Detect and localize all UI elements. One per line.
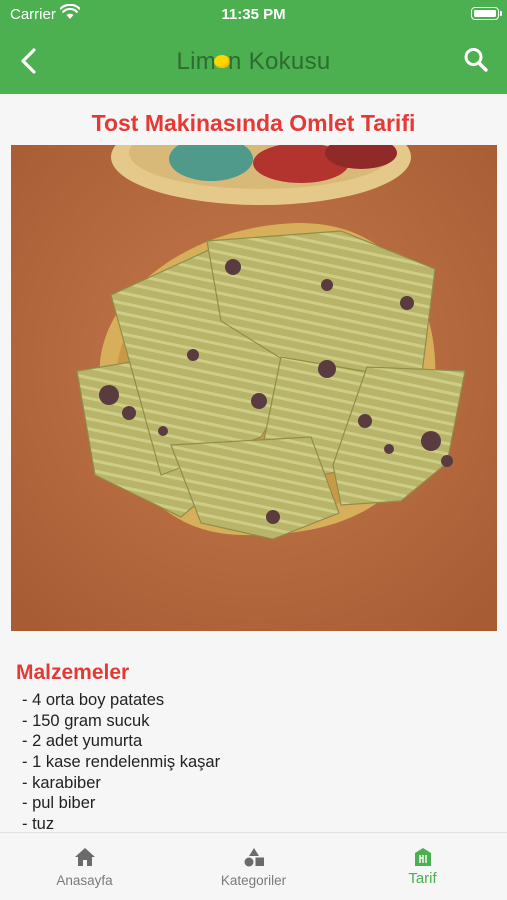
tab-tarif[interactable]: Tarif (338, 833, 507, 900)
tab-anasayfa[interactable]: Anasayfa (0, 833, 169, 900)
app-header: Carrier 11:35 PM Lim n Kokusu (0, 0, 507, 94)
ingredient-item: - 4 orta boy patates (22, 691, 165, 709)
navigation-bar: Lim n Kokusu (0, 28, 507, 94)
tab-label: Kategoriler (220, 873, 287, 888)
app-logo: Lim n Kokusu (0, 48, 507, 76)
recipe-icon (414, 848, 431, 866)
tab-label: Anasayfa (56, 873, 113, 888)
status-bar: Carrier 11:35 PM (0, 0, 507, 28)
ingredient-item: - karabiber (22, 773, 101, 792)
home-icon (74, 848, 95, 866)
search-button[interactable] (463, 46, 489, 74)
tab-bar: Anasayfa Kategoriler Tarif (0, 832, 507, 900)
battery-icon (471, 7, 502, 20)
ingredient-item: - 2 adet yumurta (22, 732, 143, 751)
ingredients-list: - 4 orta boy patates - 150 gram sucuk - … (22, 690, 220, 835)
ingredient-item: - 1 kase rendelenmiş kaşar (22, 753, 221, 772)
recipe-photo (11, 145, 497, 631)
status-time: 11:35 PM (221, 6, 286, 23)
tab-label: Tarif (408, 870, 437, 887)
logo-text-end: n Kokusu (228, 48, 331, 75)
ingredients-heading: Malzemeler (16, 661, 130, 684)
shapes-icon (244, 848, 264, 867)
logo-text-start: Lim (176, 48, 217, 75)
recipe-title: Tost Makinasında Omlet Tarifi (91, 110, 416, 136)
tab-kategoriler[interactable]: Kategoriler (169, 833, 338, 900)
ingredient-item: - pul biber (22, 794, 96, 813)
ingredient-item: - 150 gram sucuk (22, 711, 150, 730)
